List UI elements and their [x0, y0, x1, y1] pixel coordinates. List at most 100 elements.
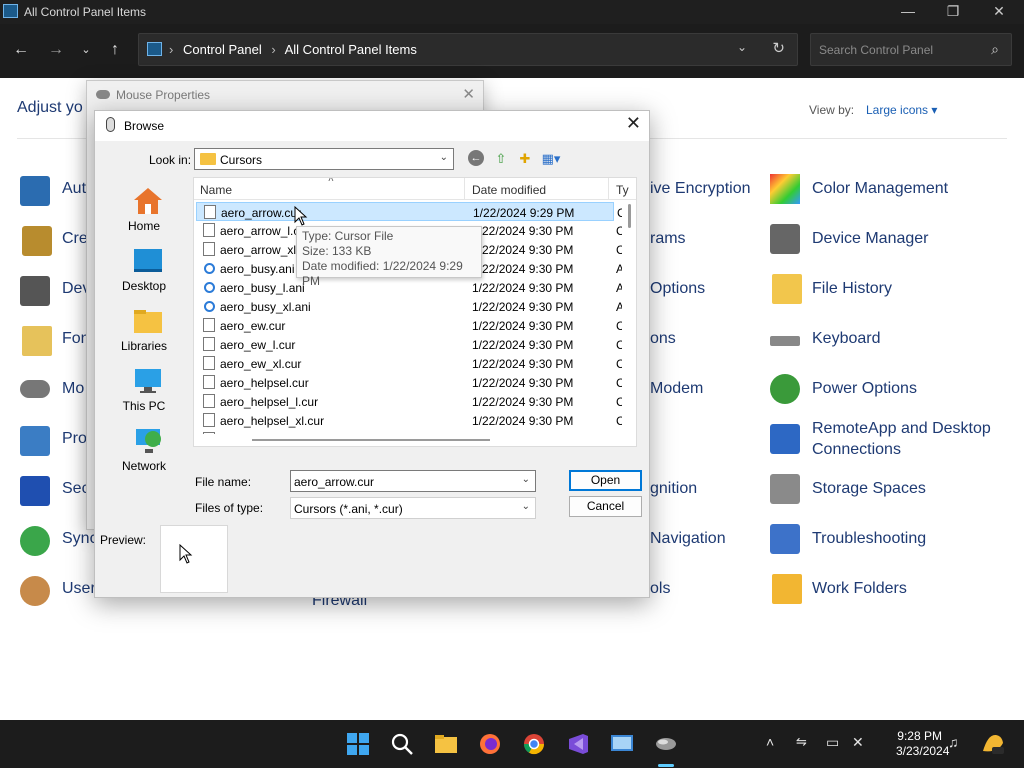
visual-studio-icon[interactable]	[566, 732, 590, 756]
refresh-icon[interactable]: ↻	[772, 39, 785, 57]
chevron-down-icon[interactable]: ⌄	[737, 40, 747, 54]
search-input[interactable]: Search Control Panel ⌕	[810, 33, 1012, 66]
place-home[interactable]: Home	[101, 183, 187, 243]
cursor-file-icon	[203, 413, 215, 427]
cursor-file-icon	[204, 205, 216, 219]
up-folder-icon[interactable]: ⇧	[491, 150, 511, 168]
file-row[interactable]: aero_ew_xl.cur1/22/2024 9:30 PMCu	[196, 354, 631, 373]
cp-item-storage-spaces[interactable]: Storage Spaces	[812, 480, 926, 498]
cp-item-color-management[interactable]: Color Management	[812, 180, 948, 198]
cp-item-recognition[interactable]: gnition	[650, 480, 697, 498]
chevron-up-icon[interactable]: ˄	[766, 734, 774, 750]
chrome-icon[interactable]	[522, 732, 546, 756]
place-this-pc[interactable]: This PC	[101, 363, 187, 423]
address-input[interactable]: › Control Panel › All Control Panel Item…	[138, 33, 798, 66]
programs-icon	[20, 426, 50, 456]
chevron-down-icon[interactable]: ⌄	[522, 474, 530, 485]
file-row[interactable]: aero_helpsel_xl.cur1/22/2024 9:30 PMCu	[196, 411, 631, 430]
cursor-file-icon	[203, 318, 215, 332]
cp-item-modem[interactable]: Modem	[650, 380, 703, 398]
forward-arrow-icon[interactable]: →	[44, 38, 68, 62]
new-folder-icon[interactable]: ✚	[515, 150, 535, 168]
chevron-down-icon[interactable]: ⌄	[440, 152, 448, 163]
cp-item-sync[interactable]: Sync	[62, 530, 98, 548]
place-network[interactable]: Network	[101, 423, 187, 483]
close-icon[interactable]: ✕	[626, 113, 641, 134]
cp-item-options[interactable]: Options	[650, 280, 705, 298]
cp-item-programs[interactable]: Pro	[62, 430, 87, 448]
cp-item-file-history[interactable]: File History	[812, 280, 892, 298]
file-row[interactable]: aero_ew.cur1/22/2024 9:30 PMCu	[196, 316, 631, 335]
minimize-button[interactable]: —	[885, 0, 931, 24]
cp-item-navigation[interactable]: Navigation	[650, 530, 726, 548]
cp-item-programs-default[interactable]: rams	[650, 230, 686, 248]
scrollbar-thumb[interactable]	[628, 204, 631, 228]
maximize-button[interactable]: ❐	[930, 0, 976, 24]
breadcrumb-all-items[interactable]: All Control Panel Items	[285, 42, 417, 57]
cp-item-work-folders[interactable]: Work Folders	[812, 580, 907, 598]
notification-bell-icon[interactable]: ♫	[948, 734, 959, 750]
breadcrumb: › Control Panel › All Control Panel Item…	[169, 42, 417, 57]
file-row[interactable]: aero_helpsel.cur1/22/2024 9:30 PMCu	[196, 373, 631, 392]
open-button[interactable]: Open	[569, 470, 642, 491]
network-tray-icon[interactable]: ⇋	[796, 734, 807, 750]
copilot-icon[interactable]	[980, 731, 1006, 757]
view-by-dropdown[interactable]: Large icons ▾	[866, 103, 937, 117]
cp-item-autoplay[interactable]: Aut	[62, 180, 86, 198]
sort-ascending-icon: ˄	[328, 177, 334, 185]
cp-item-remoteapp-line2[interactable]: Connections	[812, 441, 901, 459]
cp-item-mouse[interactable]: Mo	[62, 380, 84, 398]
column-type[interactable]: Ty	[616, 183, 629, 197]
search-icon[interactable]: ⌕	[991, 41, 999, 58]
system-clock[interactable]: 9:28 PM 3/23/2024	[896, 729, 949, 759]
display-tray-icon[interactable]: ▭	[826, 734, 839, 751]
file-type-dropdown[interactable]: Cursors (*.ani, *.cur) ⌄	[290, 497, 536, 519]
cp-item-troubleshooting[interactable]: Troubleshooting	[812, 530, 926, 548]
chevron-down-icon[interactable]: ⌄	[522, 501, 530, 512]
back-arrow-icon[interactable]: ←	[9, 38, 33, 62]
file-row[interactable]: aero_arrow.cur1/22/2024 9:29 PMCu	[196, 202, 632, 221]
volume-muted-icon[interactable]: ✕	[852, 734, 864, 751]
place-libraries[interactable]: Libraries	[101, 303, 187, 363]
breadcrumb-control-panel[interactable]: Control Panel	[183, 42, 262, 57]
file-date: 1/22/2024 9:30 PM	[472, 338, 574, 352]
place-desktop[interactable]: Desktop	[101, 243, 187, 303]
cp-item-tools[interactable]: ols	[650, 580, 670, 598]
file-row[interactable]: aero_ew_l.cur1/22/2024 9:30 PMCu	[196, 335, 631, 354]
file-row[interactable]: aero_busy_xl.ani1/22/2024 9:30 PMAn	[196, 297, 631, 316]
vertical-scrollbar[interactable]	[622, 200, 636, 446]
cp-item-power-options[interactable]: Power Options	[812, 380, 917, 398]
cursor-file-icon	[203, 223, 215, 237]
start-icon[interactable]	[346, 732, 370, 756]
look-in-dropdown[interactable]: Cursors ⌄	[194, 148, 454, 170]
cp-item-keyboard[interactable]: Keyboard	[812, 330, 881, 348]
cancel-button[interactable]: Cancel	[569, 496, 642, 517]
control-panel-taskbar-icon[interactable]	[610, 732, 634, 756]
cp-item-remoteapp[interactable]: RemoteApp and Desktop	[812, 420, 991, 438]
cp-item-device-manager[interactable]: Device Manager	[812, 230, 929, 248]
file-row[interactable]: aero_helpsel_l.cur1/22/2024 9:30 PMCu	[196, 392, 631, 411]
file-name-input[interactable]: aero_arrow.cur ⌄	[290, 470, 536, 492]
cp-item-user-accounts[interactable]: User	[62, 580, 96, 598]
firefox-icon[interactable]	[478, 732, 502, 756]
column-name[interactable]: Name	[200, 183, 232, 197]
close-window-button[interactable]: ✕	[976, 0, 1022, 24]
file-list[interactable]: ˄ Name Date modified Ty aero_arrow.cur 1/…	[193, 177, 637, 447]
scrollbar-thumb[interactable]	[252, 439, 490, 441]
horizontal-scrollbar[interactable]	[194, 434, 624, 446]
back-icon[interactable]: ←	[468, 150, 484, 166]
up-arrow-icon[interactable]: ↑	[103, 38, 127, 62]
cp-item-drive-encryption[interactable]: ive Encryption	[650, 180, 751, 198]
view-menu-icon[interactable]: ▦▾	[538, 150, 564, 168]
column-divider[interactable]	[464, 178, 465, 200]
file-type-value: Cursors (*.ani, *.cur)	[294, 502, 403, 516]
column-divider[interactable]	[608, 178, 609, 200]
mouse-properties-taskbar-icon[interactable]	[654, 732, 678, 756]
close-icon[interactable]: ✕	[462, 81, 475, 109]
search-icon[interactable]	[390, 732, 414, 756]
column-date-modified[interactable]: Date modified	[472, 183, 546, 197]
cp-item-credential-manager[interactable]: Cre	[62, 230, 88, 248]
cp-item-ons[interactable]: ons	[650, 330, 676, 348]
recent-locations-icon[interactable]: ⌄	[74, 38, 98, 62]
file-explorer-icon[interactable]	[434, 732, 458, 756]
